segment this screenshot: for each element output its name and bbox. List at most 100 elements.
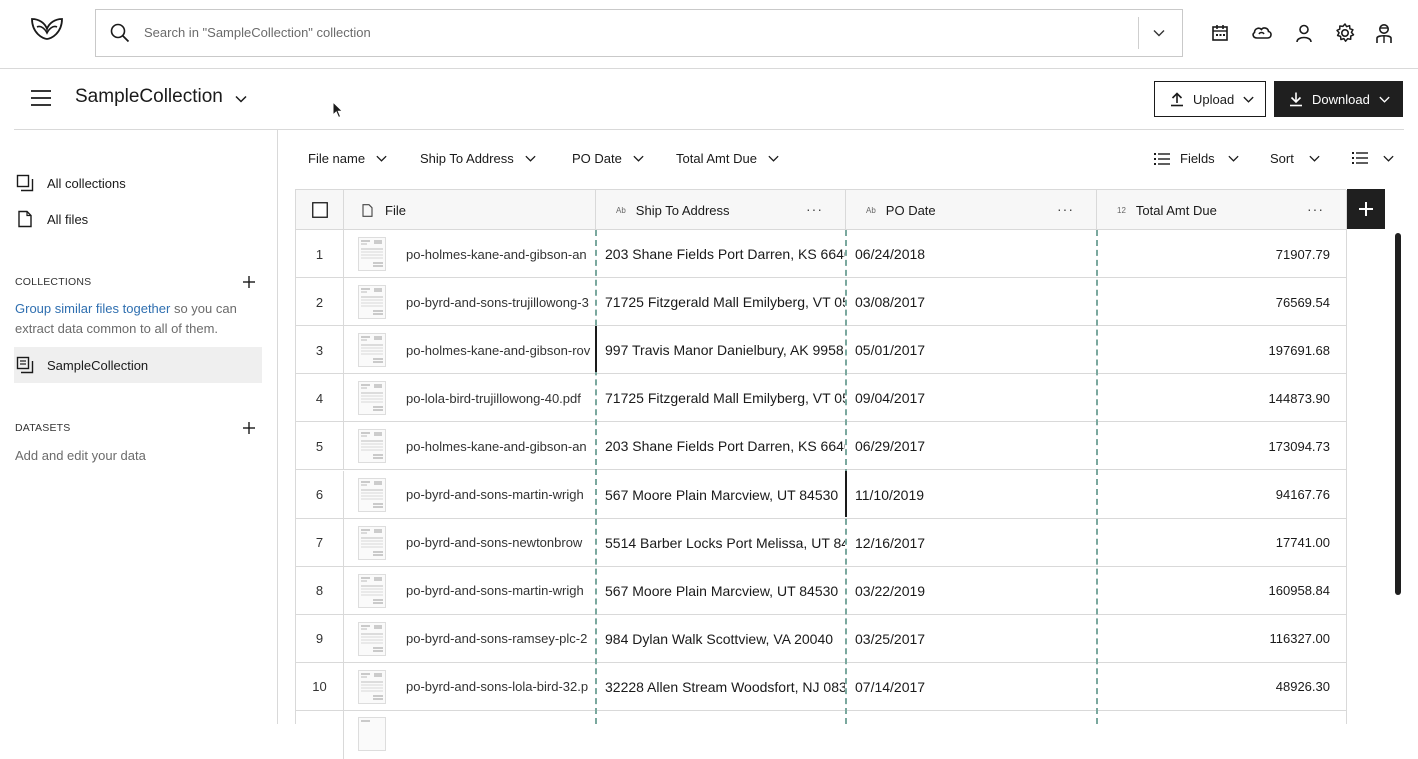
total-amt-due-cell[interactable]: 173094.73 xyxy=(1097,422,1330,470)
filter-label: PO Date xyxy=(572,151,622,166)
filter-po-date[interactable]: PO Date xyxy=(572,151,645,166)
search-divider xyxy=(1138,17,1139,49)
filter-ship-to-address[interactable]: Ship To Address xyxy=(420,151,537,166)
datasets-help-text: Add and edit your data xyxy=(15,448,146,463)
po-date-cell[interactable]: 03/25/2017 xyxy=(846,615,1096,663)
download-button[interactable]: Download xyxy=(1274,81,1403,117)
view-mode-button[interactable] xyxy=(1352,151,1395,165)
collections-icon xyxy=(15,356,35,374)
ship-to-address-cell[interactable]: 203 Shane Fields Port Darren, KS 6646 xyxy=(596,230,845,278)
collections-icon xyxy=(15,174,35,192)
total-amt-due-cell[interactable]: 116327.00 xyxy=(1097,615,1331,663)
ship-to-address-cell[interactable]: 984 Dylan Walk Scottview, VA 20040 xyxy=(596,615,845,663)
user-icon[interactable] xyxy=(1292,21,1316,45)
table-row[interactable]: 8 po-byrd-and-sons-martin-wrigh 567 Moore … xyxy=(296,566,1346,615)
po-date-cell[interactable]: 03/22/2019 xyxy=(846,567,1096,615)
mouse-cursor-icon xyxy=(332,101,344,119)
column-header-po-date[interactable]: Ab PO Date ··· xyxy=(846,190,1097,230)
po-date-cell[interactable]: 11/10/2019 xyxy=(846,471,1096,519)
column-header-total-amt-due[interactable]: 12 Total Amt Due ··· xyxy=(1097,190,1347,230)
select-all-checkbox[interactable] xyxy=(296,190,344,230)
file-cell[interactable]: po-holmes-kane-and-gibson-an xyxy=(344,422,595,470)
sort-button[interactable]: Sort xyxy=(1270,151,1321,166)
ship-to-address-cell[interactable]: 32228 Allen Stream Woodsfort, NJ 083 xyxy=(596,663,845,711)
fields-button[interactable]: Fields xyxy=(1154,151,1240,166)
table-row[interactable]: 7 po-byrd-and-sons-newtonbrow 5514 Barber … xyxy=(296,518,1346,567)
total-amt-due-cell[interactable]: 17741.00 xyxy=(1097,519,1330,567)
column-menu-icon[interactable]: ··· xyxy=(1307,201,1324,217)
column-menu-icon[interactable]: ··· xyxy=(806,201,823,217)
add-dataset-icon[interactable] xyxy=(242,421,256,435)
table-row[interactable]: 1 po-holmes-kane-and-gibson-an 203 Shane F… xyxy=(296,230,1346,278)
file-cell[interactable]: po-byrd-and-sons-trujillowong-3 xyxy=(344,278,595,326)
upload-button[interactable]: Upload xyxy=(1154,81,1266,117)
ship-to-address-cell[interactable]: 567 Moore Plain Marcview, UT 84530 xyxy=(596,567,845,615)
file-cell[interactable] xyxy=(344,711,595,759)
file-cell[interactable]: po-holmes-kane-and-gibson-an xyxy=(344,230,595,278)
filter-file-name[interactable]: File name xyxy=(308,151,388,166)
file-cell[interactable]: po-byrd-and-sons-ramsey-plc-2 xyxy=(344,615,595,663)
app-logo[interactable] xyxy=(29,13,65,43)
chevron-down-icon xyxy=(1227,152,1240,165)
group-files-link[interactable]: Group similar files together xyxy=(15,301,170,316)
file-cell[interactable]: po-byrd-and-sons-lola-bird-32.p xyxy=(344,663,595,711)
ship-to-address-cell[interactable]: 71725 Fitzgerald Mall Emilyberg, VT 05 xyxy=(596,374,845,422)
calendar-icon[interactable] xyxy=(1208,21,1232,45)
total-amt-due-cell[interactable]: 76569.54 xyxy=(1097,278,1330,326)
po-date-cell[interactable]: 05/01/2017 xyxy=(846,326,1096,374)
chevron-down-icon[interactable] xyxy=(1152,26,1166,40)
scrollbar-thumb[interactable] xyxy=(1395,233,1401,595)
cell-focus-indicator xyxy=(595,326,597,372)
column-menu-icon[interactable]: ··· xyxy=(1057,201,1074,217)
chevron-down-icon[interactable] xyxy=(234,92,248,106)
file-cell[interactable]: po-byrd-and-sons-martin-wrigh xyxy=(344,567,595,615)
total-amt-due-cell[interactable]: 48926.30 xyxy=(1097,663,1330,711)
ship-to-address-cell[interactable]: 203 Shane Fields Port Darren, KS 6646 xyxy=(596,422,845,470)
table-row[interactable]: 6 po-byrd-and-sons-martin-wrigh 567 Moore … xyxy=(296,470,1346,519)
po-date-cell[interactable]: 09/04/2017 xyxy=(846,374,1096,422)
add-collection-icon[interactable] xyxy=(242,275,256,289)
sidebar-item-all-files[interactable]: All files xyxy=(15,210,88,228)
total-amt-due-cell[interactable]: 144873.90 xyxy=(1097,374,1330,422)
cloud-sync-icon[interactable] xyxy=(1250,21,1274,45)
add-column-button[interactable] xyxy=(1347,189,1385,229)
file-cell[interactable]: po-lola-bird-trujillowong-40.pdf xyxy=(344,374,595,422)
total-amt-due-cell[interactable]: 160958.84 xyxy=(1097,567,1330,615)
table-row[interactable]: 9 po-byrd-and-sons-ramsey-plc-2 984 Dylan … xyxy=(296,614,1346,663)
ship-to-address-cell[interactable]: 997 Travis Manor Danielbury, AK 9958 xyxy=(596,326,845,374)
table-row[interactable]: 10 po-byrd-and-sons-lola-bird-32.p 32228 A… xyxy=(296,662,1346,711)
filter-total-amt-due[interactable]: Total Amt Due xyxy=(676,151,780,166)
po-date-cell[interactable]: 12/16/2017 xyxy=(846,519,1096,567)
total-amt-due-cell[interactable]: 94167.76 xyxy=(1097,471,1330,519)
search-bar[interactable]: Search in "SampleCollection" collection xyxy=(95,9,1183,57)
total-amt-due-cell[interactable]: 71907.79 xyxy=(1097,230,1330,278)
po-date-cell[interactable]: 06/29/2017 xyxy=(846,422,1096,470)
total-amt-due-cell[interactable]: 197691.68 xyxy=(1097,326,1330,374)
table-row[interactable]: 4 po-lola-bird-trujillowong-40.pdf 71725 F… xyxy=(296,374,1346,423)
column-header-ship-to-address[interactable]: Ab Ship To Address ··· xyxy=(596,190,846,230)
file-cell[interactable]: po-byrd-and-sons-newtonbrow xyxy=(344,519,595,567)
column-header-file[interactable]: File xyxy=(344,190,596,230)
po-date-cell[interactable]: 07/14/2017 xyxy=(846,663,1096,711)
sidebar-item-all-collections[interactable]: All collections xyxy=(15,174,126,192)
file-cell[interactable]: po-holmes-kane-and-gibson-rov xyxy=(344,326,595,374)
file-name: po-holmes-kane-and-gibson-an xyxy=(406,438,587,454)
sidebar-item-samplecollection[interactable]: SampleCollection xyxy=(15,356,148,374)
table-row[interactable]: 2 po-byrd-and-sons-trujillowong-3 71725 Fi… xyxy=(296,278,1346,327)
ship-to-address-cell[interactable]: 567 Moore Plain Marcview, UT 84530 xyxy=(596,471,845,519)
menu-icon[interactable] xyxy=(30,89,52,107)
sidebar-item-label: All files xyxy=(47,211,89,227)
agent-icon[interactable] xyxy=(1372,21,1396,45)
po-date-cell[interactable]: 03/08/2017 xyxy=(846,278,1096,326)
file-cell[interactable]: po-byrd-and-sons-martin-wrigh xyxy=(344,471,595,519)
po-date-cell[interactable]: 06/24/2018 xyxy=(846,230,1096,278)
table-row[interactable] xyxy=(296,711,1346,759)
table-row[interactable]: 5 po-holmes-kane-and-gibson-an 203 Shane F… xyxy=(296,422,1346,471)
document-thumbnail-icon xyxy=(358,621,386,656)
ship-to-address-cell[interactable]: 71725 Fitzgerald Mall Emilyberg, VT 05 xyxy=(596,278,845,326)
table-row[interactable]: 3 po-holmes-kane-and-gibson-rov 997 Travis… xyxy=(296,326,1346,375)
gear-icon[interactable] xyxy=(1333,21,1357,45)
ship-to-address-cell[interactable]: 5514 Barber Locks Port Melissa, UT 84 xyxy=(596,519,845,567)
search-input[interactable]: Search in "SampleCollection" collection xyxy=(144,25,371,40)
file-name: po-holmes-kane-and-gibson-an xyxy=(406,246,587,262)
